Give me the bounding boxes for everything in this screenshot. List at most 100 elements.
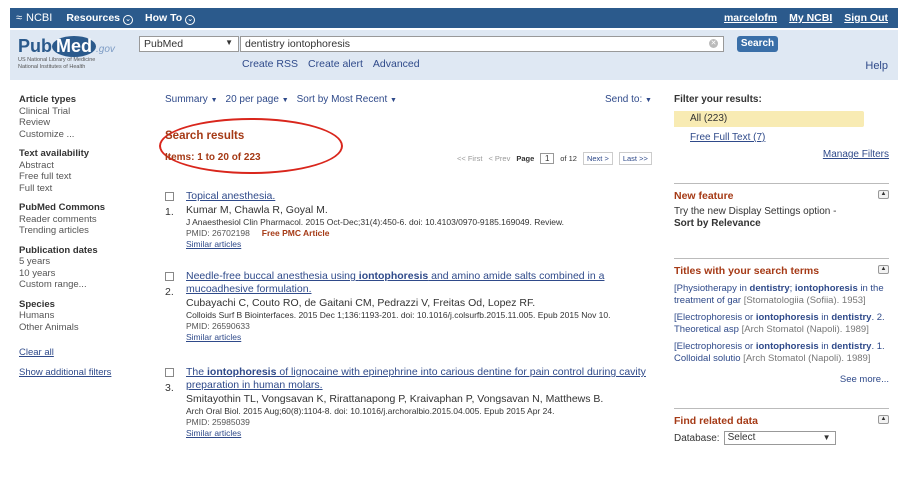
term-text: in bbox=[818, 312, 832, 323]
species-heading: Species bbox=[19, 298, 55, 310]
page-total: of 12 bbox=[560, 154, 577, 163]
filter-10-years[interactable]: 10 years bbox=[19, 268, 149, 280]
result-title-link[interactable]: Topical anesthesia. bbox=[186, 190, 665, 203]
filter-full-text[interactable]: Full text bbox=[19, 183, 149, 195]
per-page-dropdown[interactable]: 20 per page ▼ bbox=[226, 94, 289, 105]
red-highlight-ellipse bbox=[159, 118, 343, 174]
collapse-icon[interactable]: ▲ bbox=[878, 415, 889, 424]
per-page-label: 20 per page bbox=[225, 94, 279, 105]
send-to-dropdown[interactable]: Send to: ▼ bbox=[605, 94, 652, 105]
result-item: 1. Topical anesthesia. Kumar M, Chawla R… bbox=[165, 190, 665, 250]
result-checkbox[interactable] bbox=[165, 368, 174, 377]
filter-abstract[interactable]: Abstract bbox=[19, 160, 149, 172]
term-source: [Arch Stomatol (Napoli). 1989] bbox=[738, 323, 869, 335]
filter-trending-articles[interactable]: Trending articles bbox=[19, 225, 149, 237]
term-source: [Stomatologiia (Sofiia). 1953] bbox=[741, 294, 866, 306]
similar-articles-link[interactable]: Similar articles bbox=[186, 332, 665, 343]
search-input[interactable]: dentistry iontophoresis ✕ bbox=[240, 36, 724, 52]
chevron-down-icon: ▼ bbox=[210, 97, 218, 104]
title-highlight: iontophoresis bbox=[207, 366, 277, 378]
username-link[interactable]: marcelofm bbox=[724, 12, 777, 24]
pager: << First < Prev Page 1 of 12 Next > Last… bbox=[457, 152, 652, 165]
title-term-item[interactable]: [Electrophoresis or iontophoresis in den… bbox=[674, 341, 889, 364]
first-page-link[interactable]: << First bbox=[457, 154, 482, 163]
title-text: Topical anesthesia. bbox=[186, 190, 276, 202]
term-highlight: iontophoresis bbox=[794, 283, 858, 294]
page-number-input[interactable]: 1 bbox=[540, 153, 555, 164]
items-count: Items: 1 to 20 of 223 bbox=[165, 152, 261, 163]
collapse-icon[interactable]: ▲ bbox=[878, 265, 889, 274]
term-highlight: dentistry bbox=[831, 312, 872, 323]
pubmed-logo[interactable]: Pub Med .gov US National Library of Medici… bbox=[18, 36, 115, 71]
prev-page-link[interactable]: < Prev bbox=[488, 154, 510, 163]
filter-free-full-text[interactable]: Free full text bbox=[19, 171, 149, 183]
result-checkbox[interactable] bbox=[165, 192, 174, 201]
sort-dropdown[interactable]: Sort by Most Recent ▼ bbox=[297, 94, 397, 105]
term-text: [Electrophoresis or bbox=[674, 312, 756, 323]
result-authors: Smitayothin TL, Vongsavan K, Rirattanapo… bbox=[186, 393, 604, 405]
sign-out-link[interactable]: Sign Out bbox=[844, 12, 888, 24]
last-page-button[interactable]: Last >> bbox=[618, 152, 652, 165]
similar-articles-link[interactable]: Similar articles bbox=[186, 239, 665, 250]
howto-menu[interactable]: How To ⌄ bbox=[145, 12, 196, 25]
advanced-link[interactable]: Advanced bbox=[373, 58, 420, 70]
result-title-link[interactable]: The iontophoresis of lignocaine with epi… bbox=[186, 366, 665, 392]
logo-med: Med bbox=[52, 36, 96, 57]
filter-heading: Filter your results: bbox=[674, 94, 762, 105]
summary-dropdown[interactable]: Summary ▼ bbox=[165, 94, 218, 105]
filter-all[interactable]: All (223) bbox=[674, 111, 864, 127]
search-results-title: Search results bbox=[165, 130, 245, 142]
filter-customize[interactable]: Customize ... bbox=[19, 129, 149, 141]
term-highlight: dentistry bbox=[749, 283, 790, 294]
dropdown-arrow-icon: ▼ bbox=[822, 433, 831, 442]
sort-by-relevance-link[interactable]: Sort by Relevance bbox=[674, 218, 761, 229]
term-text: in bbox=[818, 341, 832, 352]
new-feature-text: Try the new Display Settings option - Sor… bbox=[674, 206, 889, 230]
search-button[interactable]: Search bbox=[737, 36, 778, 52]
filter-5-years[interactable]: 5 years bbox=[19, 256, 149, 268]
free-pmc-link[interactable]: Free PMC Article bbox=[262, 228, 330, 238]
title-term-item[interactable]: [Physiotherapy in dentistry; iontophores… bbox=[674, 283, 889, 306]
ncbi-logo[interactable]: ≈ NCBI bbox=[10, 12, 52, 24]
result-title-link[interactable]: Needle-free buccal anesthesia using iont… bbox=[186, 270, 665, 296]
result-authors: Kumar M, Chawla R, Goyal M. bbox=[186, 204, 328, 216]
filter-reader-comments[interactable]: Reader comments bbox=[19, 214, 149, 226]
filter-review[interactable]: Review bbox=[19, 117, 149, 129]
resources-label: Resources bbox=[66, 11, 121, 24]
page-label: Page bbox=[516, 154, 535, 163]
chevron-down-icon: ▼ bbox=[645, 97, 652, 104]
term-text: [Physiotherapy in bbox=[674, 283, 750, 294]
see-more-link[interactable]: See more... bbox=[674, 374, 889, 385]
create-rss-link[interactable]: Create RSS bbox=[242, 58, 298, 70]
my-ncbi-link[interactable]: My NCBI bbox=[789, 12, 832, 24]
result-checkbox[interactable] bbox=[165, 272, 174, 281]
dropdown-arrow-icon: ▼ bbox=[225, 38, 233, 47]
result-citation: Colloids Surf B Biointerfaces. 2015 Dec … bbox=[186, 310, 611, 320]
publication-dates-heading: Publication dates bbox=[19, 244, 98, 256]
similar-articles-link[interactable]: Similar articles bbox=[186, 428, 665, 439]
title-term-item[interactable]: [Electrophoresis or iontophoresis in den… bbox=[674, 312, 889, 335]
related-database-select[interactable]: Select ▼ bbox=[723, 431, 836, 445]
clear-icon[interactable]: ✕ bbox=[709, 39, 718, 48]
next-page-button[interactable]: Next > bbox=[582, 152, 613, 165]
database-value: PubMed bbox=[144, 38, 184, 50]
clear-all-link[interactable]: Clear all bbox=[19, 347, 149, 359]
filter-custom-range[interactable]: Custom range... bbox=[19, 279, 149, 291]
pubmed-commons-heading: PubMed Commons bbox=[19, 202, 106, 213]
filter-humans[interactable]: Humans bbox=[19, 310, 149, 322]
database-select[interactable]: PubMed ▼ bbox=[139, 36, 239, 52]
sort-label: Sort by Most Recent bbox=[296, 94, 388, 105]
logo-gov: .gov bbox=[96, 44, 115, 55]
create-alert-link[interactable]: Create alert bbox=[308, 58, 363, 70]
manage-filters-link[interactable]: Manage Filters bbox=[674, 149, 889, 160]
title-text: Needle-free buccal anesthesia using bbox=[186, 270, 359, 282]
show-additional-filters-link[interactable]: Show additional filters bbox=[19, 367, 149, 379]
chevron-down-icon: ▼ bbox=[390, 97, 397, 104]
resources-menu[interactable]: Resources ⌄ bbox=[66, 11, 134, 25]
related-data-heading: Find related data bbox=[674, 415, 759, 427]
help-link[interactable]: Help bbox=[865, 60, 888, 72]
filter-free-full-text-link[interactable]: Free Full Text (7) bbox=[690, 132, 889, 143]
filter-other-animals[interactable]: Other Animals bbox=[19, 322, 149, 334]
filter-clinical-trial[interactable]: Clinical Trial bbox=[19, 106, 149, 118]
collapse-icon[interactable]: ▲ bbox=[878, 190, 889, 199]
